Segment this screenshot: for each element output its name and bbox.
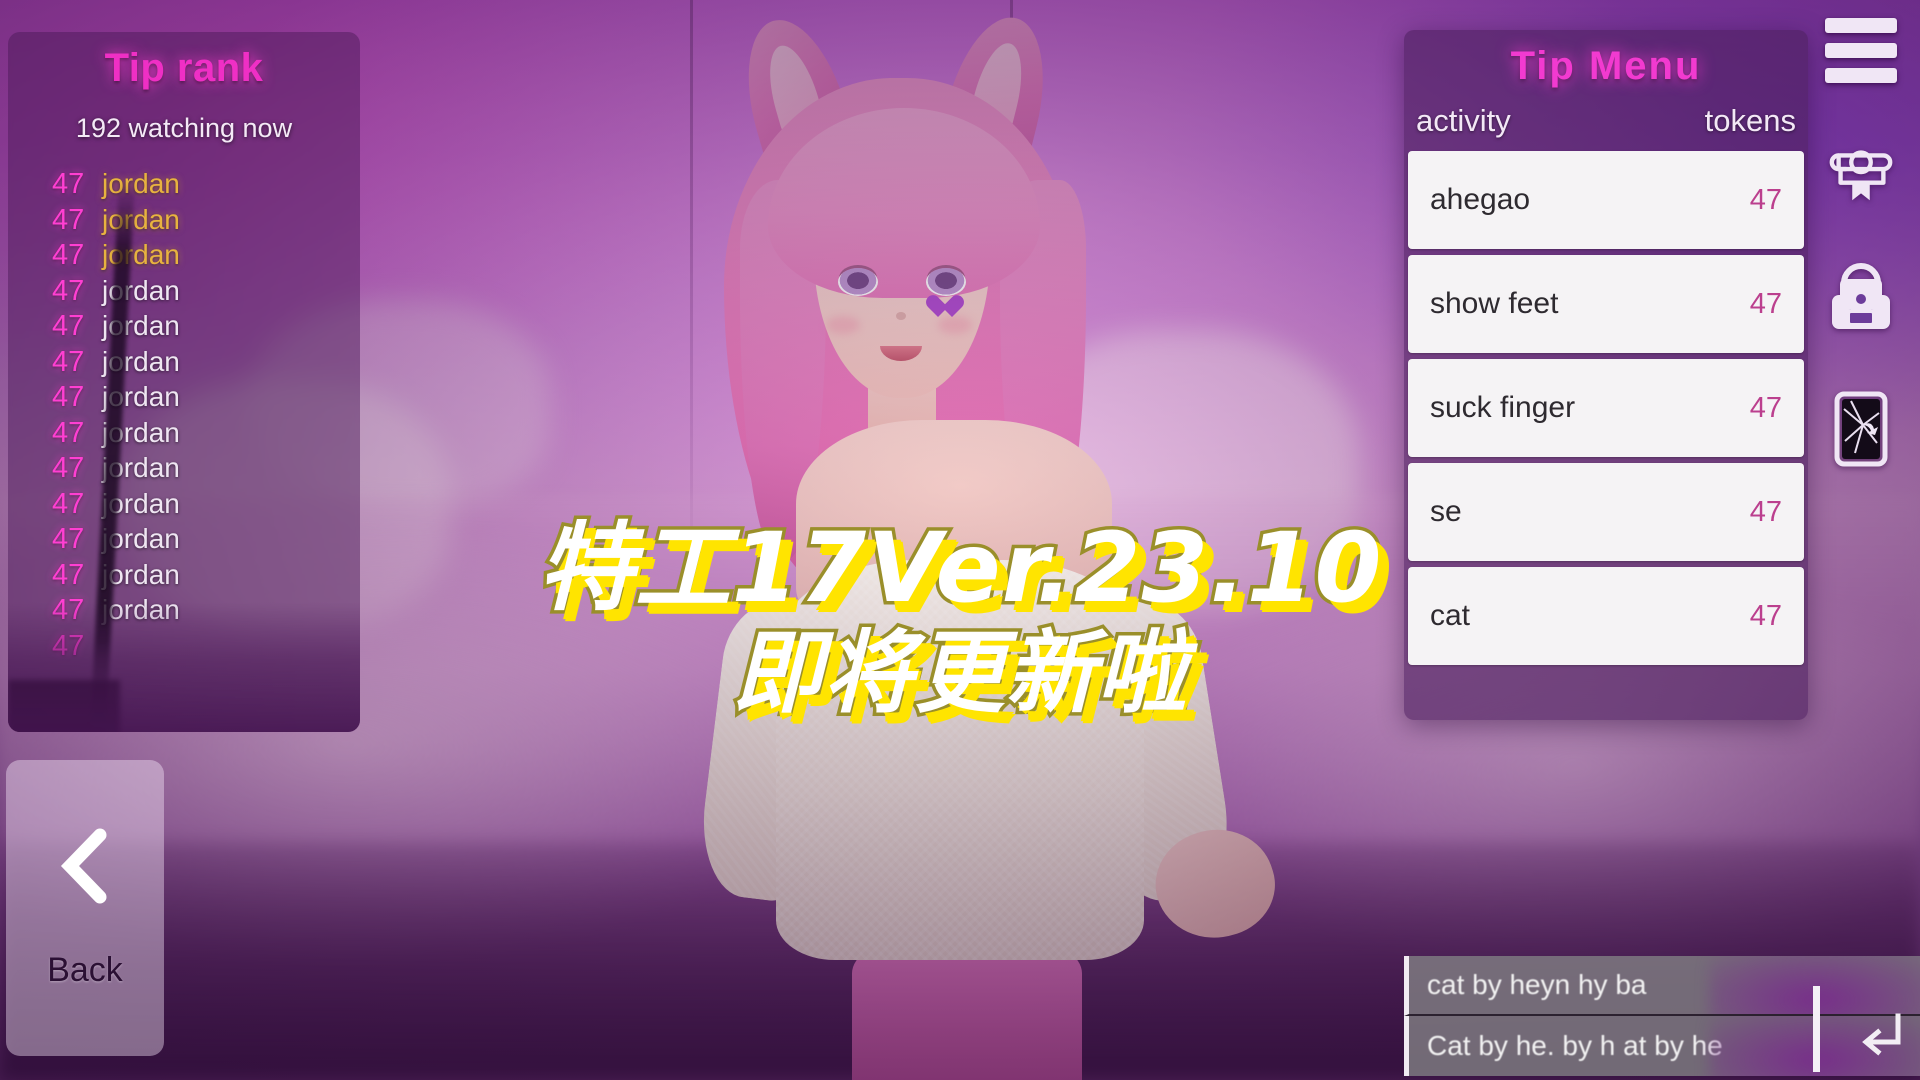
chat-message-text: cat by heyn hy ba	[1427, 969, 1647, 1000]
tip-rank-row: 47 jordan	[52, 346, 360, 382]
hamburger-menu-icon[interactable]	[1825, 18, 1897, 83]
tip-rank-username: jordan	[102, 310, 180, 341]
tip-rank-row: 47 jordan	[52, 310, 360, 346]
back-button[interactable]: Back	[6, 760, 164, 1056]
column-header-tokens: tokens	[1704, 103, 1796, 138]
tip-rank-username: jordan	[102, 523, 180, 554]
tip-rank-row: 47 jordan	[52, 452, 360, 488]
column-header-activity: activity	[1416, 103, 1511, 138]
tip-rank-username: jordan	[102, 345, 180, 377]
tip-menu-item[interactable]: suck finger 47	[1408, 359, 1804, 457]
tip-menu-item-activity: ahegao	[1430, 183, 1531, 216]
tip-rank-row: 47 jordan	[52, 381, 360, 417]
tip-rank-username: jordan	[102, 558, 180, 590]
tip-rank-username: jordan	[102, 168, 180, 199]
tip-rank-row: 47 jordan	[52, 594, 360, 630]
tip-rank-username: jordan	[102, 452, 180, 483]
tip-menu-item-activity: cat	[1430, 599, 1471, 632]
tip-rank-username: jordan	[102, 239, 180, 270]
tip-rank-panel: Tip rank 192 watching now 47 jordan 47 jord…	[8, 32, 360, 732]
tip-menu-item-tokens: 47	[1749, 495, 1782, 528]
backpack-icon[interactable]	[1825, 261, 1897, 333]
video-artifact-block	[8, 680, 120, 732]
tip-rank-row: 47	[52, 630, 360, 666]
tip-rank-row: 47 jordan	[52, 417, 360, 453]
tip-rank-row: 47 jordan	[52, 559, 360, 595]
back-button-label: Back	[47, 950, 123, 989]
tip-rank-row: 47 jordan	[52, 488, 360, 524]
tip-menu-item[interactable]: cat 47	[1408, 567, 1804, 665]
tip-menu-item[interactable]: show feet 47	[1408, 255, 1804, 353]
tip-menu-item-tokens: 47	[1749, 391, 1782, 424]
tip-menu-item-list: ahegao 47 show feet 47 suck finger 47 se 47 cat 4…	[1404, 151, 1808, 665]
tip-rank-row: 47 jordan	[52, 523, 360, 559]
tip-menu-title: Tip Menu	[1510, 44, 1702, 88]
tip-rank-row: 47 jordan	[52, 275, 360, 311]
tip-rank-amount: 47	[52, 629, 85, 662]
tip-rank-amount: 47	[52, 487, 85, 520]
app-stage: Tip rank 192 watching now 47 jordan 47 jord…	[0, 0, 1920, 1080]
watching-count: 192 watching now	[75, 113, 293, 143]
tip-menu-item-tokens: 47	[1749, 599, 1782, 632]
chevron-left-icon	[60, 828, 107, 903]
tip-rank-amount: 47	[52, 452, 85, 484]
tip-rank-username: jordan	[102, 203, 180, 235]
tip-rank-username: jordan	[102, 381, 180, 412]
tip-menu-item-activity: suck finger	[1430, 391, 1576, 424]
tip-rank-amount: 47	[52, 168, 85, 200]
tip-menu-item-activity: se	[1430, 495, 1462, 528]
tip-rank-amount: 47	[52, 381, 85, 413]
tip-rank-row: 47 jordan	[52, 239, 360, 275]
tip-menu-item-tokens: 47	[1749, 287, 1782, 320]
tip-rank-amount: 47	[52, 594, 85, 626]
tip-rank-amount: 47	[52, 523, 85, 555]
tip-rank-amount: 47	[52, 203, 85, 236]
chat-area: cat by heyn hy ba Cat by he. by h at by h…	[1404, 956, 1920, 1080]
tip-rank-amount: 47	[52, 239, 85, 271]
enter-return-icon[interactable]	[1850, 1010, 1908, 1066]
chat-message-row[interactable]: Cat by he. by h at by he	[1404, 1016, 1920, 1076]
chat-message-text: Cat by he. by h at by he	[1427, 1030, 1723, 1061]
tip-rank-amount: 47	[52, 274, 85, 307]
tip-menu-column-headers: activity tokens	[1404, 89, 1808, 139]
right-sidebar	[1816, 18, 1906, 467]
tip-rank-username: jordan	[102, 487, 180, 519]
tip-menu-item-tokens: 47	[1749, 183, 1782, 216]
chat-message-list: cat by heyn hy ba Cat by he. by h at by h…	[1404, 956, 1920, 1076]
tip-rank-username: jordan	[102, 274, 180, 306]
tip-rank-amount: 47	[52, 345, 85, 378]
tip-rank-username: jordan	[102, 594, 180, 625]
tip-rank-amount: 47	[52, 416, 85, 449]
tip-rank-row: 47 jordan	[52, 204, 360, 240]
chat-message-row[interactable]: cat by heyn hy ba	[1404, 956, 1920, 1016]
cracked-phone-icon[interactable]	[1825, 391, 1897, 467]
tip-rank-amount: 47	[52, 558, 85, 591]
tip-menu-item[interactable]: ahegao 47	[1408, 151, 1804, 249]
tip-menu-item[interactable]: se 47	[1408, 463, 1804, 561]
tip-rank-username: jordan	[102, 416, 180, 448]
tip-menu-panel: Tip Menu activity tokens ahegao 47 show fe…	[1404, 30, 1808, 720]
certificate-scroll-icon[interactable]	[1825, 141, 1897, 203]
tip-rank-list: 47 jordan 47 jordan 47 jordan 47 jordan 47 jordan…	[8, 168, 360, 665]
tip-menu-item-activity: show feet	[1430, 287, 1559, 320]
text-caret	[1813, 986, 1820, 1072]
tip-rank-row: 47 jordan	[52, 168, 360, 204]
tip-rank-title: Tip rank	[104, 46, 264, 90]
tip-rank-amount: 47	[52, 310, 85, 342]
